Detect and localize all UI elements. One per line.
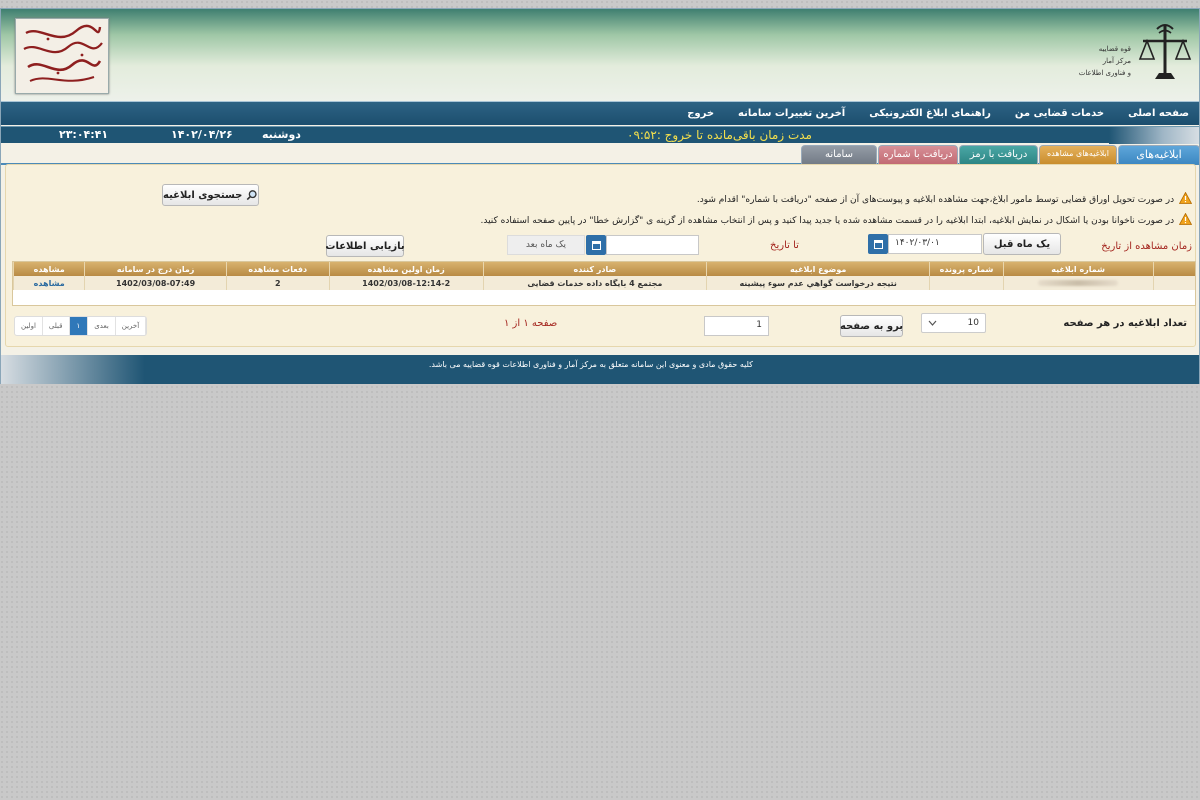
header-first-view[interactable]: زمان اولین مشاهده	[328, 262, 484, 276]
header-view[interactable]: مشاهده	[12, 262, 85, 276]
from-date-input[interactable]: ۱۴۰۲/۰۳/۰۱	[888, 234, 982, 254]
header-banner: قوه قضاییه مرکز آمار و فناوری اطلاعات	[1, 9, 1199, 101]
notice-1-text: در صورت تحویل اوراق قضایی توسط مامور ابل…	[696, 195, 1175, 205]
header-view-count[interactable]: دفعات مشاهده	[225, 262, 330, 276]
nav-guide[interactable]: راهنمای ابلاغ الکترونیکی	[869, 108, 991, 119]
cell-view-count: 2	[225, 276, 330, 290]
header-issuer[interactable]: صادر کننده	[482, 262, 707, 276]
notices-table: شماره ابلاغیه شماره پرونده موضوع ابلاغیه…	[12, 261, 1196, 306]
day-label: دوشنبه	[262, 128, 301, 141]
scales-icon	[1138, 24, 1192, 79]
cell-case-number	[929, 276, 1004, 290]
cell-issuer: مجتمع 4 بایگاه داده خدمات قضایی	[482, 276, 707, 290]
org-line-3: و فناوری اطلاعات	[1078, 69, 1131, 77]
last-page-link[interactable]: آخرین	[116, 317, 147, 335]
warning-icon	[1179, 213, 1192, 225]
header-spacer	[1152, 262, 1195, 276]
organization-name: قوه قضاییه مرکز آمار و فناوری اطلاعات	[1061, 43, 1131, 79]
per-page-value: 10	[967, 318, 979, 328]
table-header-row: شماره ابلاغیه شماره پرونده موضوع ابلاغیه…	[12, 262, 1195, 276]
tab-notices[interactable]: ابلاغیه‌های	[1118, 145, 1200, 164]
header-insert-time[interactable]: زمان درج در سامانه	[84, 262, 227, 276]
table-row[interactable]: نتیجه درخواست گواهي عدم سوء پیشینه مجتمع…	[12, 276, 1195, 290]
prev-month-button[interactable]: یک ماه قبل	[983, 233, 1061, 255]
per-page-label: تعداد ابلاغیه در هر صفحه	[1063, 318, 1187, 329]
to-date-label: تا تاریخ	[770, 240, 799, 251]
clock-label: ۲۳:۰۴:۴۱	[59, 128, 109, 141]
app-window: قوه قضاییه مرکز آمار و فناوری اطلاعات صف…	[0, 8, 1200, 384]
pagination: اولین قبلی ۱ بعدی آخرین	[14, 316, 148, 336]
tab-bar: ابلاغیه‌های ابلاغیه‌های مشاهده دریافت با…	[1, 145, 1200, 165]
refresh-button[interactable]: بازیابی اطلاعات	[325, 235, 405, 257]
next-page-link[interactable]: بعدی	[88, 317, 116, 335]
notice-2: در صورت ناخوانا بودن یا اشکال در نمایش ا…	[480, 213, 1192, 226]
search-icon	[247, 190, 258, 201]
cell-first-view: 1402/03/08-12:14-2	[328, 276, 484, 290]
main-nav: صفحه اصلی خدمات قضایی من راهنمای ابلاغ ا…	[1, 101, 1199, 125]
footer: کلیه حقوق مادی و معنوی این سامانه متعلق …	[1, 355, 1199, 384]
header-notice-number[interactable]: شماره ابلاغیه	[1002, 262, 1154, 276]
status-bar: مدت زمان باقی‌مانده تا خروج :۰۹:۵۲ دوشنب…	[1, 126, 1199, 144]
view-link[interactable]: مشاهده	[12, 276, 85, 290]
tab-viewed-notices[interactable]: ابلاغیه‌های مشاهده	[1039, 145, 1117, 164]
cell-subject: نتیجه درخواست گواهي عدم سوء پیشینه	[705, 276, 930, 290]
search-notice-label: جستجوی ابلاغیه	[163, 189, 243, 201]
to-calendar-icon[interactable]	[586, 235, 606, 255]
nav-home[interactable]: صفحه اصلی	[1128, 108, 1189, 119]
to-date-input[interactable]	[606, 235, 699, 255]
tab-system[interactable]: سامانه	[801, 145, 877, 164]
nav-latest-changes[interactable]: آخرین تغییرات سامانه	[738, 108, 845, 119]
judiciary-emblem: قوه قضاییه مرکز آمار و فناوری اطلاعات	[1063, 21, 1193, 93]
tab-receive-by-number[interactable]: دریافت با شماره	[878, 145, 958, 164]
tab-receive-by-password[interactable]: دریافت با رمز	[959, 145, 1038, 164]
from-calendar-icon[interactable]	[868, 234, 888, 254]
user-name-blurred	[1109, 127, 1199, 144]
from-date-label: زمان مشاهده از تاریخ	[1101, 241, 1192, 252]
cell-notice-number	[1002, 276, 1154, 290]
nav-my-services[interactable]: خدمات قضایی من	[1015, 108, 1104, 119]
warning-icon	[1179, 192, 1192, 204]
header-subject[interactable]: موضوع ابلاغیه	[705, 262, 930, 276]
prev-page-link[interactable]: قبلی	[43, 317, 70, 335]
search-notice-button[interactable]: جستجوی ابلاغیه	[162, 184, 259, 206]
next-month-button[interactable]: یک ماه بعد	[507, 235, 585, 255]
content-panel: در صورت تحویل اوراق قضایی توسط مامور ابل…	[5, 164, 1196, 347]
session-timer: مدت زمان باقی‌مانده تا خروج :۰۹:۵۲	[627, 128, 812, 142]
redacted-notice-number	[1038, 279, 1119, 286]
page-number-input[interactable]: 1	[704, 316, 769, 336]
per-page-select[interactable]: 10	[921, 313, 986, 333]
calligraphy-logo	[23, 24, 103, 82]
org-line-2: مرکز آمار	[1102, 57, 1131, 65]
row-spacer	[1152, 276, 1195, 290]
current-page-link[interactable]: ۱	[69, 317, 89, 335]
copyright-text: کلیه حقوق مادی و معنوی این سامانه متعلق …	[428, 360, 753, 369]
notice-1: در صورت تحویل اوراق قضایی توسط مامور ابل…	[697, 192, 1192, 205]
org-line-1: قوه قضاییه	[1098, 45, 1131, 53]
nav-logout[interactable]: خروج	[687, 108, 714, 119]
page-info: صفحه ۱ از ۱	[504, 318, 558, 329]
first-page-link[interactable]: اولین	[15, 317, 43, 335]
goto-page-button[interactable]: برو به صفحه	[840, 315, 903, 337]
date-label: ۱۴۰۲/۰۴/۲۶	[171, 128, 233, 141]
header-case-number[interactable]: شماره پرونده	[929, 262, 1004, 276]
cell-insert-time: 1402/03/08-07:49	[84, 276, 227, 290]
notice-2-text: در صورت ناخوانا بودن یا اشکال در نمایش ا…	[480, 216, 1175, 226]
chevron-down-icon	[928, 320, 937, 326]
site-logo[interactable]	[15, 18, 109, 94]
